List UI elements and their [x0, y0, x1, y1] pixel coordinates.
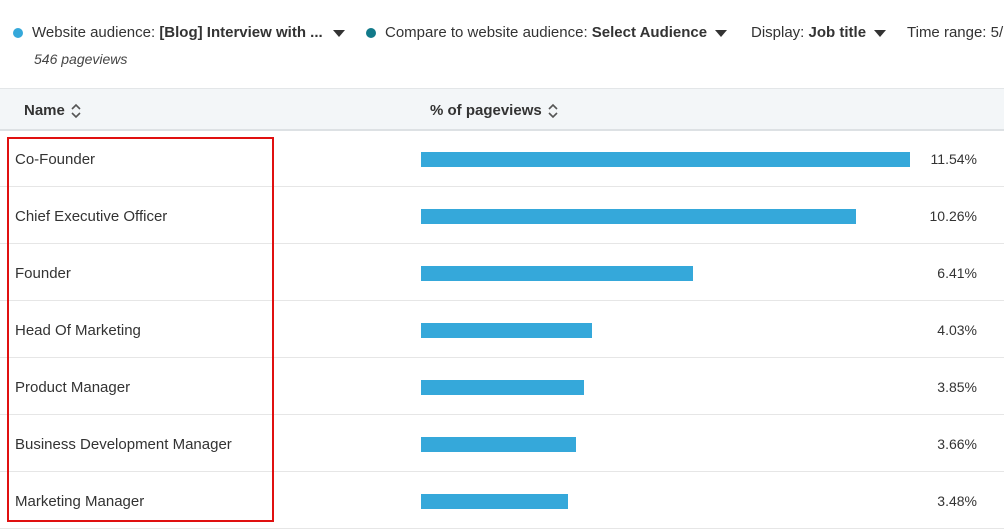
- display-value: Job title: [808, 24, 867, 41]
- sort-icon[interactable]: [547, 103, 559, 119]
- chevron-down-icon[interactable]: [332, 29, 345, 37]
- time-range-filter[interactable]: Time range: 5/: [907, 24, 1003, 41]
- column-header-label: % of pageviews: [430, 102, 542, 119]
- row-percent: 4.03%: [937, 322, 977, 338]
- column-header-label: Name: [24, 102, 65, 119]
- column-header-percent[interactable]: % of pageviews: [430, 102, 559, 119]
- chevron-down-icon[interactable]: [874, 29, 887, 37]
- display-filter[interactable]: Display: Job title: [751, 24, 887, 41]
- percent-bar: [421, 152, 910, 167]
- highlight-box: [7, 137, 274, 522]
- filter-bar: Website audience: [Blog] Interview with …: [0, 0, 1004, 88]
- row-percent: 3.48%: [937, 493, 977, 509]
- percent-bar: [421, 380, 585, 395]
- time-value: 5/: [990, 24, 1004, 41]
- row-percent: 3.85%: [937, 379, 977, 395]
- sort-icon[interactable]: [70, 103, 82, 119]
- row-percent: 3.66%: [937, 436, 977, 452]
- pageviews-count: 546 pageviews: [34, 51, 128, 67]
- display-label: Display:: [751, 24, 805, 41]
- chevron-down-icon[interactable]: [715, 29, 728, 37]
- compare-filter[interactable]: Compare to website audience: Select Audi…: [366, 24, 728, 41]
- row-percent: 11.54%: [930, 151, 977, 167]
- table-header: Name % of pageviews: [0, 88, 1004, 131]
- compare-value: Select Audience: [591, 24, 708, 41]
- time-label: Time range:: [907, 24, 987, 41]
- row-percent: 6.41%: [937, 265, 977, 281]
- percent-bar: [421, 266, 693, 281]
- percent-bar: [421, 437, 577, 452]
- percent-bar: [421, 323, 592, 338]
- audience-dot-icon: [13, 27, 23, 38]
- compare-label: Compare to website audience:: [385, 24, 588, 41]
- audience-value: [Blog] Interview with ...: [159, 24, 323, 41]
- row-percent: 10.26%: [929, 208, 977, 224]
- audience-label: Website audience:: [32, 24, 156, 41]
- percent-bar: [421, 494, 569, 509]
- audience-filter[interactable]: Website audience: [Blog] Interview with …: [13, 24, 345, 41]
- compare-dot-icon: [366, 27, 376, 38]
- column-header-name[interactable]: Name: [24, 102, 82, 119]
- percent-bar: [421, 209, 856, 224]
